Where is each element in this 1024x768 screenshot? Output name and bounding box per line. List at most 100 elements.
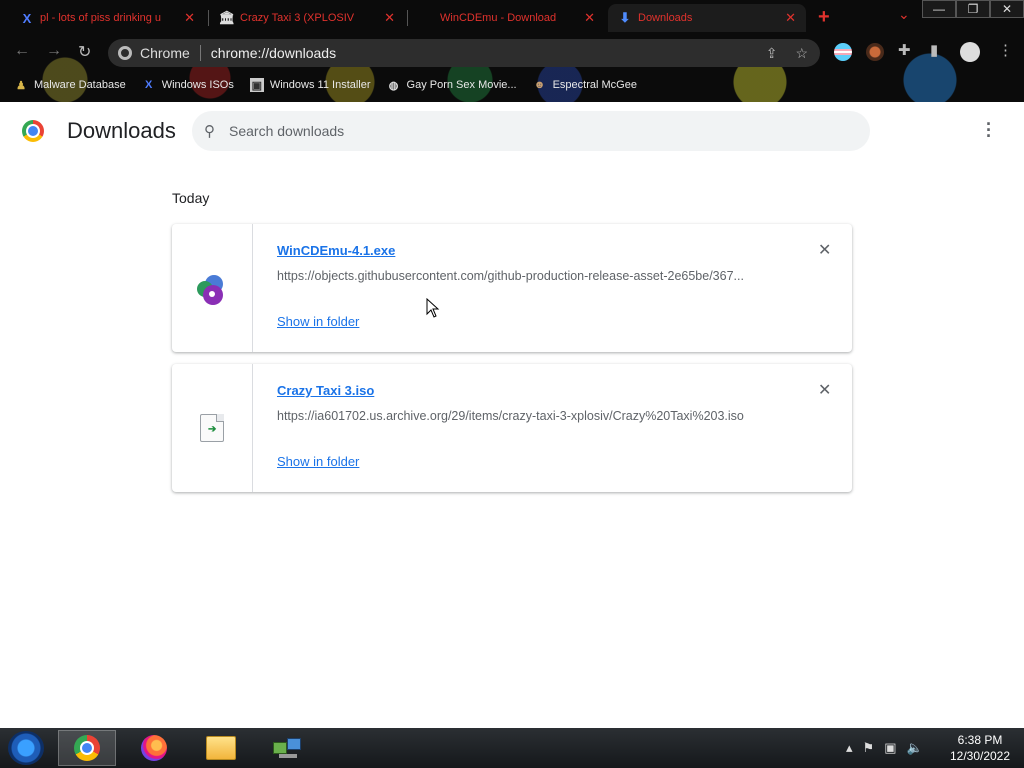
browser-toolbar: ← → ↻ Chrome chrome://downloads ⇪ ☆ ✚ ▮ … — [0, 36, 1024, 68]
x-logo-icon: X — [22, 10, 32, 26]
tab-3[interactable]: WinCDEmu - Download ✕ — [410, 4, 605, 32]
tab-close-icon[interactable]: ✕ — [184, 10, 195, 26]
globe-icon: ◍ — [388, 79, 399, 92]
download-icon: ⬇ — [619, 10, 631, 25]
search-box[interactable]: ⚲ — [192, 111, 870, 151]
extensions-puzzle-icon[interactable]: ✚ — [898, 41, 911, 59]
search-icon: ⚲ — [204, 123, 215, 140]
system-tray: ▴ ⚑ ▣ 🔈 — [846, 740, 923, 756]
bookmark-windows-11-installer[interactable]: ▣ Windows 11 Installer — [249, 78, 371, 92]
chrome-logo-icon — [118, 46, 132, 60]
extension-flag-icon[interactable] — [834, 43, 852, 61]
show-in-folder-link[interactable]: Show in folder — [277, 314, 359, 329]
tab-strip: X pl - lots of piss drinking u ✕ 🏛 Crazy… — [0, 0, 1024, 34]
picture-icon: ▣ — [249, 78, 264, 92]
bookmark-malware-database[interactable]: ♟ Malware Database — [14, 78, 126, 92]
action-center-flag-icon[interactable]: ⚑ — [863, 740, 875, 756]
show-hidden-icons-chevron-icon[interactable]: ▴ — [846, 740, 853, 756]
browser-menu-icon[interactable]: ⋮ — [998, 41, 1013, 59]
tab-close-icon[interactable]: ✕ — [785, 10, 796, 26]
bookmark-espectral-mcgee[interactable]: ☻ Espectral McGee — [533, 78, 637, 92]
tab-1[interactable]: X pl - lots of piss drinking u ✕ — [10, 4, 205, 32]
reload-icon[interactable]: ↻ — [78, 42, 91, 62]
share-icon[interactable]: ⇪ — [766, 45, 778, 62]
bookmark-label: Windows ISOs — [161, 79, 234, 91]
page-title: Downloads — [67, 118, 176, 143]
side-panel-icon[interactable]: ▮ — [930, 41, 938, 59]
restore-button[interactable]: ❐ — [956, 0, 990, 18]
network-computers-icon — [273, 736, 303, 760]
wincdemu-icon — [420, 11, 434, 25]
taskbar-file-explorer[interactable] — [192, 730, 250, 766]
taskbar-firefox[interactable] — [125, 730, 183, 766]
file-name-link[interactable]: WinCDEmu-4.1.exe — [277, 243, 395, 258]
bookmark-star-icon[interactable]: ☆ — [795, 45, 808, 62]
tab-search-chevron-icon[interactable]: ⌄ — [898, 6, 910, 23]
address-bar[interactable]: Chrome chrome://downloads ⇪ ☆ — [108, 39, 820, 67]
wincdemu-file-icon — [195, 271, 229, 305]
iso-file-icon: ➔ — [200, 414, 224, 442]
bookmarks-bar: ♟ Malware Database X Windows ISOs ▣ Wind… — [0, 72, 1024, 98]
file-name-link[interactable]: Crazy Taxi 3.iso — [277, 383, 374, 398]
back-arrow-icon[interactable]: ← — [14, 42, 30, 60]
clock[interactable]: 6:38 PM 12/30/2022 — [940, 732, 1020, 764]
chrome-logo-icon — [22, 120, 44, 142]
bookmark-label: Malware Database — [34, 79, 126, 91]
file-url[interactable]: https://objects.githubusercontent.com/gi… — [277, 269, 777, 283]
taskbar-chrome[interactable] — [58, 730, 116, 766]
url-text[interactable]: chrome://downloads — [211, 45, 336, 61]
download-item: ➔ Crazy Taxi 3.iso https://ia601702.us.a… — [172, 364, 852, 492]
remove-item-close-icon[interactable]: ✕ — [818, 240, 831, 260]
firefox-icon — [141, 735, 167, 761]
tab-divider — [407, 10, 408, 26]
minimize-button[interactable]: — — [922, 0, 956, 18]
tab-close-icon[interactable]: ✕ — [584, 10, 595, 26]
profile-icon[interactable] — [960, 42, 980, 62]
download-item: WinCDEmu-4.1.exe https://objects.githubu… — [172, 224, 852, 352]
folder-icon — [206, 736, 236, 760]
more-actions-icon[interactable]: · · · — [982, 115, 996, 145]
date-section-label: Today — [172, 190, 210, 206]
bookmark-label: Gay Porn Sex Movie... — [406, 79, 517, 91]
show-in-folder-link[interactable]: Show in folder — [277, 454, 359, 469]
volume-icon[interactable]: 🔈 — [906, 740, 922, 756]
avatar-icon: ☻ — [533, 79, 546, 91]
clock-time: 6:38 PM — [957, 733, 1003, 747]
tab-title: Crazy Taxi 3 (XPLOSIV — [240, 12, 355, 24]
site-chip[interactable]: Chrome — [108, 45, 190, 61]
extension-avatar-icon[interactable] — [866, 43, 884, 61]
omnibox-actions: ⇪ ☆ — [766, 45, 820, 62]
forward-arrow-icon[interactable]: → — [46, 42, 62, 60]
institution-icon: 🏛 — [218, 10, 236, 25]
remove-item-close-icon[interactable]: ✕ — [818, 380, 831, 400]
search-input[interactable] — [229, 123, 829, 139]
tab-divider — [208, 10, 209, 26]
x-logo-icon: X — [145, 79, 153, 91]
tab-title: WinCDEmu - Download — [440, 12, 557, 24]
chrome-icon — [74, 735, 100, 761]
file-url[interactable]: https://ia601702.us.archive.org/29/items… — [277, 409, 777, 423]
start-button[interactable] — [8, 731, 44, 765]
file-icon-column: ➔ — [172, 364, 253, 492]
downloads-page: Downloads ⚲ ··· Today WinCDEmu-4.1.exe h… — [0, 102, 1024, 728]
bug-icon: ♟ — [16, 79, 26, 92]
bookmark-windows-isos[interactable]: X Windows ISOs — [142, 78, 234, 92]
window-controls: — ❐ ✕ — [922, 0, 1024, 18]
close-button[interactable]: ✕ — [990, 0, 1024, 18]
tab-close-icon[interactable]: ✕ — [384, 10, 395, 26]
mouse-cursor-icon — [426, 298, 440, 318]
omnibox-divider — [199, 45, 201, 61]
taskbar-network-app[interactable] — [259, 730, 317, 766]
bookmark-label: Windows 11 Installer — [269, 79, 371, 91]
tab-2[interactable]: 🏛 Crazy Taxi 3 (XPLOSIV ✕ — [210, 4, 405, 32]
taskbar: ▴ ⚑ ▣ 🔈 6:38 PM 12/30/2022 — [0, 728, 1024, 768]
network-icon[interactable]: ▣ — [884, 740, 896, 756]
bookmark-label: Espectral McGee — [552, 79, 637, 91]
bookmark-gay-porn-sex-movie[interactable]: ◍ Gay Porn Sex Movie... — [387, 78, 517, 92]
new-tab-button[interactable]: + — [818, 6, 830, 29]
clock-date: 12/30/2022 — [949, 749, 1011, 763]
tab-title: pl - lots of piss drinking u — [40, 12, 162, 24]
tab-4-downloads[interactable]: ⬇ Downloads ✕ — [608, 4, 806, 32]
file-icon-column — [172, 224, 253, 352]
tab-title: Downloads — [638, 12, 693, 24]
